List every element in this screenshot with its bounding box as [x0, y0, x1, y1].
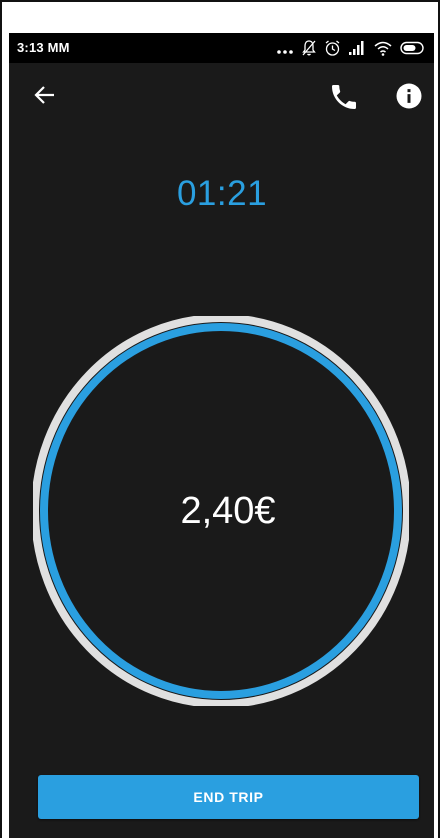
- signal-icon: [348, 39, 366, 57]
- status-bar: 3:13 MM: [9, 33, 434, 63]
- status-time: 3:13 MM: [17, 40, 70, 55]
- battery-icon: [400, 39, 426, 57]
- alarm-icon: [324, 39, 341, 57]
- phone-icon: [328, 81, 360, 113]
- end-trip-button[interactable]: END TRIP: [38, 775, 419, 819]
- info-button[interactable]: [394, 81, 426, 113]
- info-icon: [394, 81, 426, 111]
- top-bar: [9, 63, 434, 129]
- wifi-icon: [373, 39, 393, 57]
- fare-amount: 2,40€: [180, 490, 276, 532]
- device-frame: 3:13 MM 01:21 2,40€ END TRIP: [0, 0, 440, 838]
- muted-bell-icon: [301, 39, 317, 57]
- call-button[interactable]: [328, 81, 360, 113]
- more-dots-icon: [276, 39, 294, 57]
- status-icons: [276, 39, 426, 57]
- arrow-left-icon: [29, 79, 61, 111]
- trip-timer: 01:21: [176, 174, 268, 213]
- back-button[interactable]: [29, 79, 61, 111]
